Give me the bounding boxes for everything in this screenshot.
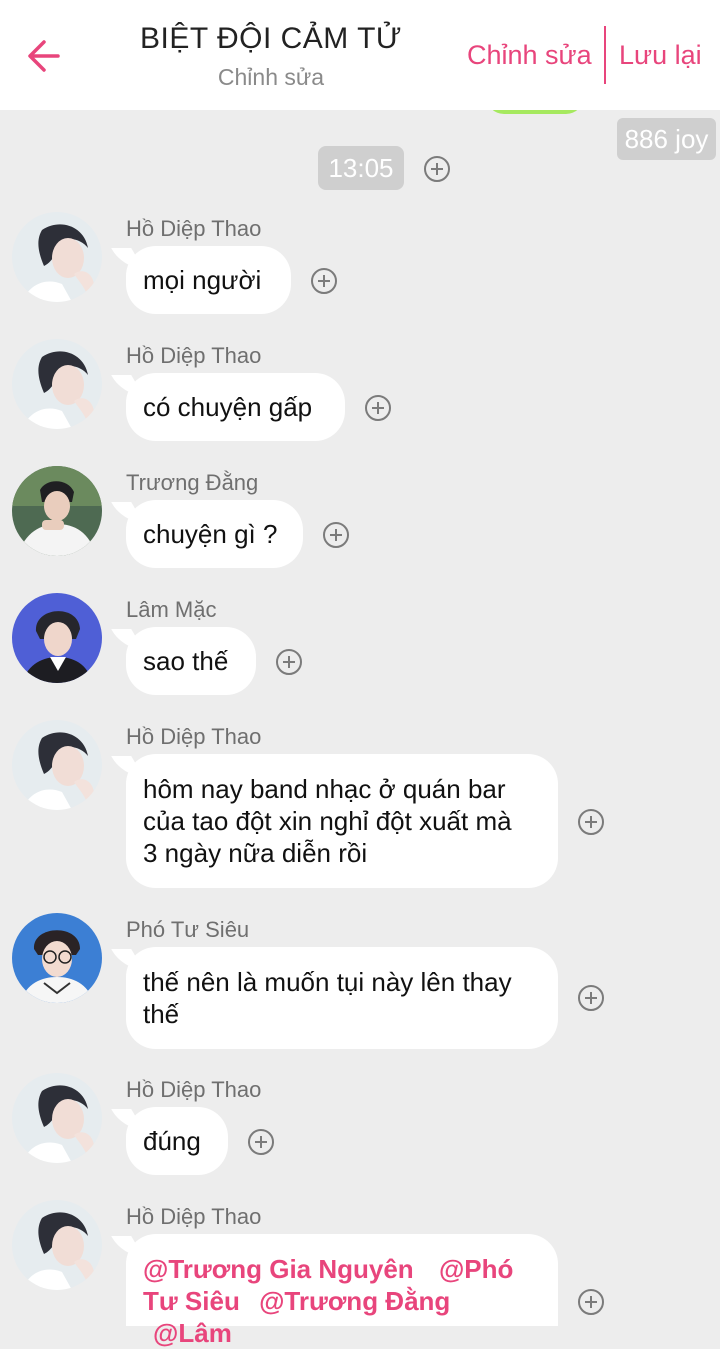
add-reaction-icon[interactable]: [578, 809, 604, 835]
message-text: mọi người: [143, 265, 262, 295]
avatar-ho-diep-thao[interactable]: [12, 339, 102, 429]
sender-name: Trương Đằng: [126, 470, 259, 495]
avatar-truong-dang[interactable]: [12, 466, 102, 556]
message-bubble[interactable]: @Trương Gia Nguyên @Phó Tư Siêu @Trương …: [126, 1234, 558, 1348]
save-button[interactable]: Lưu lại: [619, 40, 702, 71]
mention-link[interactable]: @Trương Đằng: [259, 1286, 450, 1316]
add-reaction-icon[interactable]: [311, 268, 337, 294]
add-reaction-icon[interactable]: [578, 1289, 604, 1315]
mention-link[interactable]: Tư Siêu: [143, 1286, 240, 1316]
message-bubble[interactable]: thế nên là muốn tụi này lên thay thế: [126, 947, 558, 1049]
avatar-ho-diep-thao[interactable]: [12, 212, 102, 302]
message-text: đúng: [143, 1126, 201, 1156]
add-reaction-icon[interactable]: [365, 395, 391, 421]
avatar-lam-mac[interactable]: [12, 593, 102, 683]
chat-title: BIỆT ĐỘI CẢM TỬ: [139, 22, 403, 55]
message-line: hôm nay band nhạc ở quán bar: [143, 774, 506, 804]
avatar-pho-tu-sieu[interactable]: [12, 913, 102, 1003]
sender-name: Hồ Diệp Thao: [126, 1077, 262, 1102]
add-icon[interactable]: [424, 156, 450, 182]
avatar-ho-diep-thao[interactable]: [12, 1200, 102, 1290]
avatar-ho-diep-thao[interactable]: [12, 720, 102, 810]
header-divider: [604, 26, 606, 84]
joy-badge: 886 joy: [617, 118, 716, 160]
add-reaction-icon[interactable]: [248, 1129, 274, 1155]
sender-name: Phó Tư Siêu: [126, 917, 250, 942]
edit-button[interactable]: Chỉnh sửa: [467, 40, 592, 71]
mention-link[interactable]: @Phó: [439, 1254, 513, 1284]
add-reaction-icon[interactable]: [323, 522, 349, 548]
message-line: thế: [143, 999, 180, 1029]
add-reaction-icon[interactable]: [578, 985, 604, 1011]
timestamp-pill: 13:05: [318, 146, 404, 190]
sender-name: Hồ Diệp Thao: [126, 216, 262, 241]
add-reaction-icon[interactable]: [276, 649, 302, 675]
sender-name: Hồ Diệp Thao: [126, 724, 262, 749]
message-bubble[interactable]: hôm nay band nhạc ở quán bar của tao đột…: [126, 754, 558, 888]
message-bubble[interactable]: sao thế: [126, 627, 256, 695]
message-bubble[interactable]: mọi người: [126, 246, 291, 314]
chat-subtitle: Chỉnh sửa: [217, 64, 325, 90]
message-line: của tao đột xin nghỉ đột xuất mà: [143, 806, 512, 836]
mention-link[interactable]: @Lâm: [153, 1318, 232, 1348]
message-line: 3 ngày nữa diễn rồi: [143, 838, 368, 868]
sender-name: Hồ Diệp Thao: [126, 1204, 262, 1229]
sender-name: Lâm Mặc: [126, 597, 217, 622]
mention-link[interactable]: @Trương Gia Nguyên: [143, 1254, 414, 1284]
message-bubble[interactable]: có chuyện gấp: [126, 373, 345, 441]
header-bar: BIỆT ĐỘI CẢM TỬ Chỉnh sửa Chỉnh sửa Lưu …: [0, 0, 720, 110]
sender-name: Hồ Diệp Thao: [126, 343, 262, 368]
message-bubble[interactable]: đúng: [126, 1107, 228, 1175]
message-text: chuyện gì ?: [143, 519, 278, 549]
avatar-ho-diep-thao[interactable]: [12, 1073, 102, 1163]
message-text: có chuyện gấp: [143, 392, 313, 422]
message-bubble[interactable]: chuyện gì ?: [126, 500, 303, 568]
message-text: sao thế: [143, 646, 229, 676]
message-line: thế nên là muốn tụi này lên thay: [143, 967, 512, 997]
